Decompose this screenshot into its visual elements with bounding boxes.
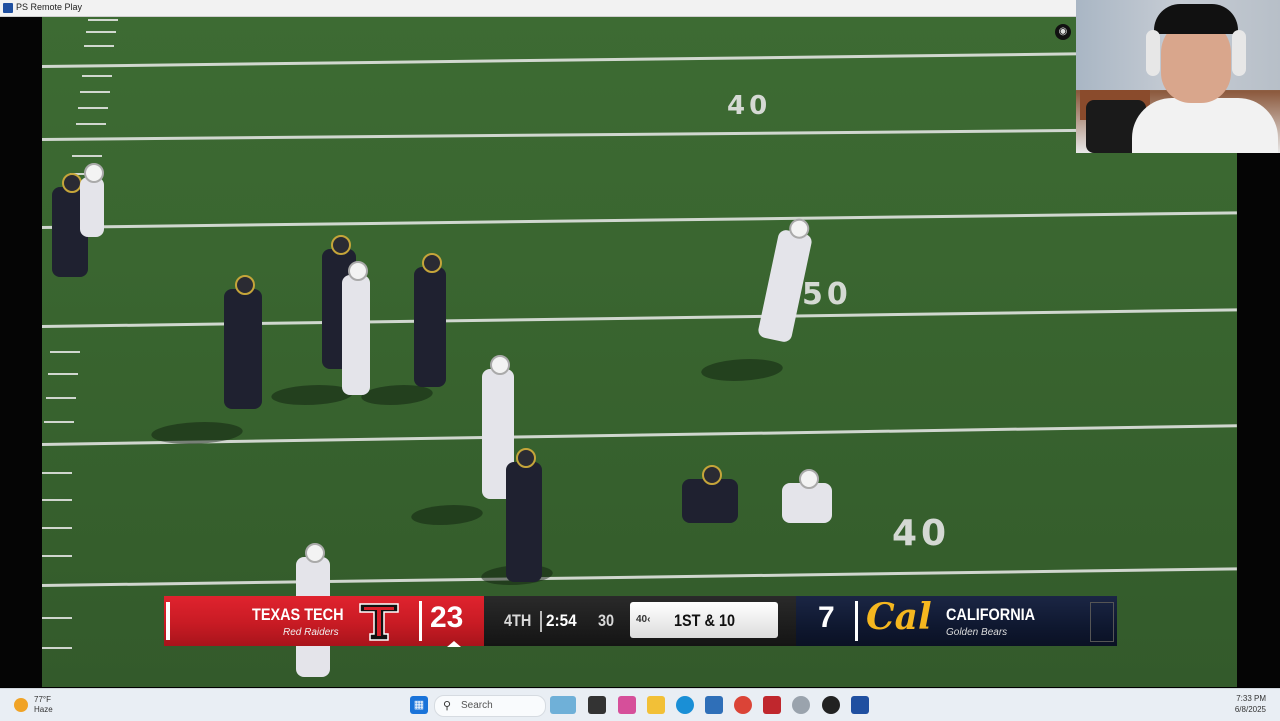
hash-mark xyxy=(42,527,72,529)
windows-start-icon[interactable]: ▦ xyxy=(410,696,428,714)
hash-mark xyxy=(80,91,110,93)
app-gray-icon[interactable] xyxy=(792,696,810,714)
letterbox-right xyxy=(1237,153,1280,687)
away-team-name: CALIFORNIA xyxy=(946,605,1036,624)
away-team-nickname: Golden Bears xyxy=(946,627,1008,638)
hash-mark xyxy=(76,123,106,125)
weather-condition[interactable]: Haze xyxy=(34,705,53,714)
cal-player-down xyxy=(682,465,738,523)
file-explorer-icon[interactable] xyxy=(647,696,665,714)
window-title: PS Remote Play xyxy=(16,2,83,12)
ball-on: 40‹ xyxy=(636,614,651,625)
down-distance-box: 40‹ 1ST & 10 xyxy=(630,602,778,638)
camera-icon[interactable]: ◉ xyxy=(1055,24,1071,40)
colorful-app-icon[interactable] xyxy=(618,696,636,714)
scorebug: TEXAS TECH Red Raiders 23 4TH 2:54 30 40… xyxy=(164,596,1117,647)
app-red-icon[interactable] xyxy=(763,696,781,714)
search-placeholder: Search xyxy=(461,700,493,711)
hash-mark xyxy=(82,75,112,77)
home-team-name: TEXAS TECH xyxy=(252,605,344,624)
yard-line xyxy=(42,211,1237,229)
edge-icon[interactable] xyxy=(676,696,694,714)
hash-mark xyxy=(72,155,102,157)
yard-line xyxy=(42,308,1237,328)
hash-mark xyxy=(42,499,72,501)
game-view[interactable]: 40 50 40 xyxy=(42,17,1237,687)
cal-player xyxy=(414,253,446,387)
obs-icon[interactable] xyxy=(822,696,840,714)
home-team-panel: TEXAS TECH Red Raiders 23 xyxy=(164,596,484,647)
cal-player xyxy=(506,448,542,582)
quarter: 4TH xyxy=(504,611,532,630)
hash-mark xyxy=(46,397,76,399)
store-icon[interactable] xyxy=(705,696,723,714)
hash-mark xyxy=(42,647,72,649)
chrome-icon[interactable] xyxy=(734,696,752,714)
double-t-logo xyxy=(359,603,399,641)
cal-logo: Cal xyxy=(866,596,932,638)
cal-player xyxy=(224,275,262,409)
weather-temp[interactable]: 77°F xyxy=(34,695,51,704)
webcam-overlay xyxy=(1076,0,1280,153)
hash-mark xyxy=(50,351,80,353)
hash-mark xyxy=(84,45,114,47)
yard-line xyxy=(42,128,1082,141)
hash-mark xyxy=(48,373,78,375)
clock-time[interactable]: 7:33 PM xyxy=(1226,694,1266,703)
home-score: 23 xyxy=(430,601,464,634)
game-clock: 2:54 xyxy=(546,611,577,630)
task-view-icon[interactable] xyxy=(588,696,606,714)
hash-mark xyxy=(44,421,74,423)
hash-mark xyxy=(86,31,116,33)
possession-indicator xyxy=(447,641,461,647)
weather-icon[interactable] xyxy=(14,698,28,712)
hash-mark xyxy=(42,472,72,474)
remote-play-app-icon xyxy=(3,3,13,13)
yard-line xyxy=(42,52,1082,68)
away-team-panel: 7 Cal CALIFORNIA Golden Bears xyxy=(796,596,1117,646)
hash-mark xyxy=(88,19,118,21)
play-clock: 30 xyxy=(598,611,615,630)
down-distance: 1ST & 10 xyxy=(674,611,736,630)
hash-mark xyxy=(78,107,108,109)
clock-date[interactable]: 6/8/2025 xyxy=(1226,705,1266,714)
network-logo-icon xyxy=(1090,602,1114,642)
yard-number: 40 xyxy=(727,91,772,121)
player-shadow xyxy=(694,359,790,381)
windows-taskbar: 77°F Haze ▦ ⚲ Search 7:33 PM 6/8/2025 xyxy=(0,688,1280,721)
player-shadow xyxy=(404,505,490,525)
hash-mark xyxy=(42,617,72,619)
yard-line xyxy=(42,567,1237,587)
hash-mark xyxy=(42,555,72,557)
texas-tech-player xyxy=(342,261,370,395)
home-team-nickname: Red Raiders xyxy=(283,627,339,638)
texas-tech-player-down xyxy=(782,469,832,523)
yard-number: 40 xyxy=(892,513,951,554)
letterbox-left xyxy=(0,17,42,687)
away-score: 7 xyxy=(818,601,835,634)
search-icon: ⚲ xyxy=(443,700,452,712)
copilot-icon[interactable] xyxy=(550,696,576,714)
taskbar-search[interactable]: ⚲ Search xyxy=(434,695,546,717)
texas-tech-player xyxy=(80,163,104,237)
remote-play-icon[interactable] xyxy=(851,696,869,714)
yard-number: 50 xyxy=(802,277,852,312)
